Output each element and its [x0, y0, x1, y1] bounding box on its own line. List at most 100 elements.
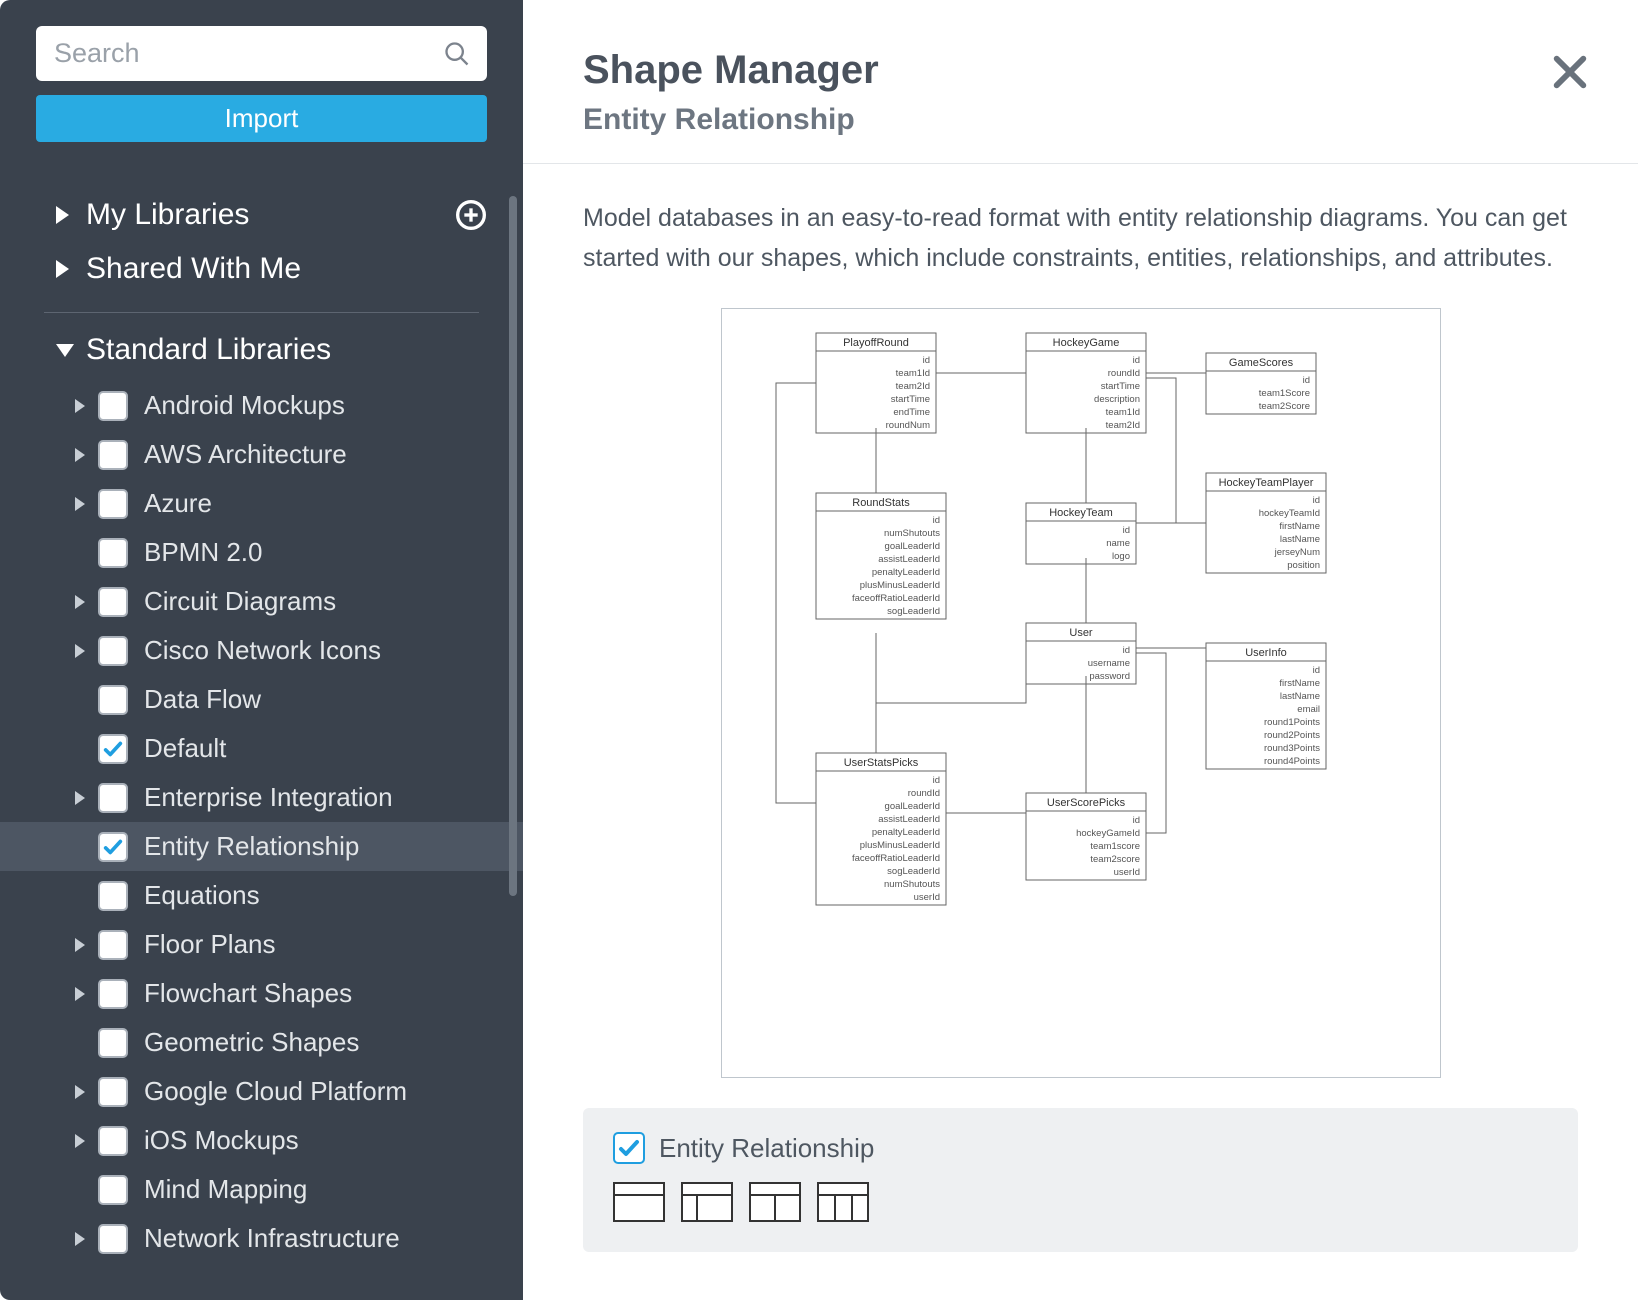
- library-label: Enterprise Integration: [144, 782, 393, 813]
- svg-text:id: id: [1122, 645, 1129, 656]
- main-panel: Shape Manager Entity Relationship Model …: [523, 0, 1638, 1300]
- chevron-down-icon: [56, 344, 74, 357]
- section-my-libraries[interactable]: My Libraries: [0, 188, 523, 242]
- import-button[interactable]: Import: [36, 95, 487, 142]
- svg-text:id: id: [1312, 495, 1319, 506]
- svg-text:name: name: [1106, 538, 1130, 549]
- svg-text:User: User: [1069, 627, 1093, 639]
- shape-thumb-entity-4[interactable]: [817, 1182, 869, 1222]
- library-label: Android Mockups: [144, 390, 345, 421]
- library-item[interactable]: Circuit Diagrams: [0, 577, 523, 626]
- svg-text:numShutouts: numShutouts: [884, 879, 940, 890]
- library-item[interactable]: Default: [0, 724, 523, 773]
- library-box: Entity Relationship: [583, 1108, 1578, 1252]
- library-label: Azure: [144, 488, 212, 519]
- shape-thumb-entity-3[interactable]: [749, 1182, 801, 1222]
- library-checkbox[interactable]: [98, 1077, 128, 1107]
- svg-text:team1Id: team1Id: [1105, 407, 1139, 418]
- svg-text:faceoffRatioLeaderId: faceoffRatioLeaderId: [851, 853, 939, 864]
- library-checkbox[interactable]: [98, 1224, 128, 1254]
- svg-text:userId: userId: [1113, 867, 1139, 878]
- library-checkbox[interactable]: [98, 440, 128, 470]
- svg-text:roundId: roundId: [1107, 368, 1139, 379]
- svg-text:round4Points: round4Points: [1264, 756, 1320, 767]
- chevron-right-icon: [72, 399, 88, 413]
- library-checkbox[interactable]: [98, 489, 128, 519]
- section-shared-with-me[interactable]: Shared With Me: [0, 242, 523, 296]
- shape-thumb-entity-2[interactable]: [681, 1182, 733, 1222]
- sidebar: Import My Libraries Shared With Me Stand…: [0, 0, 523, 1300]
- svg-text:userId: userId: [913, 892, 939, 903]
- library-label: iOS Mockups: [144, 1125, 299, 1156]
- library-item[interactable]: BPMN 2.0: [0, 528, 523, 577]
- library-item[interactable]: Flowchart Shapes: [0, 969, 523, 1018]
- svg-text:HockeyGame: HockeyGame: [1052, 337, 1119, 349]
- svg-text:id: id: [1132, 355, 1139, 366]
- library-item[interactable]: Floor Plans: [0, 920, 523, 969]
- library-label: Network Infrastructure: [144, 1223, 400, 1254]
- library-checkbox[interactable]: [98, 685, 128, 715]
- chevron-right-icon: [72, 938, 88, 952]
- library-item[interactable]: Google Cloud Platform: [0, 1067, 523, 1116]
- add-library-icon[interactable]: [455, 199, 487, 231]
- svg-text:id: id: [922, 355, 929, 366]
- scrollbar[interactable]: [509, 196, 517, 896]
- library-item[interactable]: iOS Mockups: [0, 1116, 523, 1165]
- svg-text:round1Points: round1Points: [1264, 717, 1320, 728]
- er-preview: PlayoffRoundidteam1Idteam2IdstartTimeend…: [721, 308, 1441, 1078]
- library-checkbox[interactable]: [98, 930, 128, 960]
- library-checkbox[interactable]: [98, 979, 128, 1009]
- shape-thumbnails: [613, 1182, 1548, 1222]
- library-checkbox[interactable]: [98, 636, 128, 666]
- library-item[interactable]: Data Flow: [0, 675, 523, 724]
- sidebar-top: Import: [0, 0, 523, 160]
- library-label: BPMN 2.0: [144, 537, 263, 568]
- library-checkbox[interactable]: [98, 734, 128, 764]
- svg-text:password: password: [1089, 671, 1130, 682]
- library-checkbox[interactable]: [98, 1126, 128, 1156]
- description: Model databases in an easy-to-read forma…: [583, 198, 1578, 278]
- library-item[interactable]: AWS Architecture: [0, 430, 523, 479]
- library-box-checkbox[interactable]: [613, 1132, 645, 1164]
- chevron-right-icon: [72, 1232, 88, 1246]
- library-item[interactable]: Mind Mapping: [0, 1165, 523, 1214]
- chevron-right-icon: [72, 497, 88, 511]
- library-checkbox[interactable]: [98, 881, 128, 911]
- library-checkbox[interactable]: [98, 538, 128, 568]
- svg-text:plusMinusLeaderId: plusMinusLeaderId: [859, 580, 939, 591]
- library-checkbox[interactable]: [98, 832, 128, 862]
- library-item[interactable]: Enterprise Integration: [0, 773, 523, 822]
- library-checkbox[interactable]: [98, 1028, 128, 1058]
- page-subtitle: Entity Relationship: [583, 103, 1578, 137]
- svg-text:id: id: [1312, 665, 1319, 676]
- search-input[interactable]: [36, 26, 487, 81]
- search-wrapper: [36, 26, 487, 81]
- svg-text:sogLeaderId: sogLeaderId: [887, 606, 940, 617]
- svg-text:endTime: endTime: [893, 407, 930, 418]
- svg-text:round3Points: round3Points: [1264, 743, 1320, 754]
- library-item[interactable]: Cisco Network Icons: [0, 626, 523, 675]
- shape-thumb-entity-1[interactable]: [613, 1182, 665, 1222]
- library-item[interactable]: Android Mockups: [0, 381, 523, 430]
- library-item[interactable]: Entity Relationship: [0, 822, 523, 871]
- section-title: Standard Libraries: [86, 333, 331, 367]
- svg-text:UserInfo: UserInfo: [1245, 647, 1287, 659]
- library-item[interactable]: Network Infrastructure: [0, 1214, 523, 1263]
- svg-text:assistLeaderId: assistLeaderId: [878, 554, 940, 565]
- close-button[interactable]: [1550, 52, 1590, 92]
- section-standard-libraries[interactable]: Standard Libraries: [0, 323, 523, 377]
- svg-text:team1Id: team1Id: [895, 368, 929, 379]
- svg-text:id: id: [932, 775, 939, 786]
- library-item[interactable]: Azure: [0, 479, 523, 528]
- library-checkbox[interactable]: [98, 391, 128, 421]
- library-item[interactable]: Equations: [0, 871, 523, 920]
- library-checkbox[interactable]: [98, 587, 128, 617]
- library-checkbox[interactable]: [98, 783, 128, 813]
- divider: [44, 312, 479, 313]
- library-item[interactable]: Geometric Shapes: [0, 1018, 523, 1067]
- svg-text:UserStatsPicks: UserStatsPicks: [843, 757, 918, 769]
- library-list: Android Mockups AWS Architecture Azure BPMN…: [0, 377, 523, 1281]
- library-box-title: Entity Relationship: [659, 1133, 874, 1164]
- library-checkbox[interactable]: [98, 1175, 128, 1205]
- svg-text:email: email: [1297, 704, 1320, 715]
